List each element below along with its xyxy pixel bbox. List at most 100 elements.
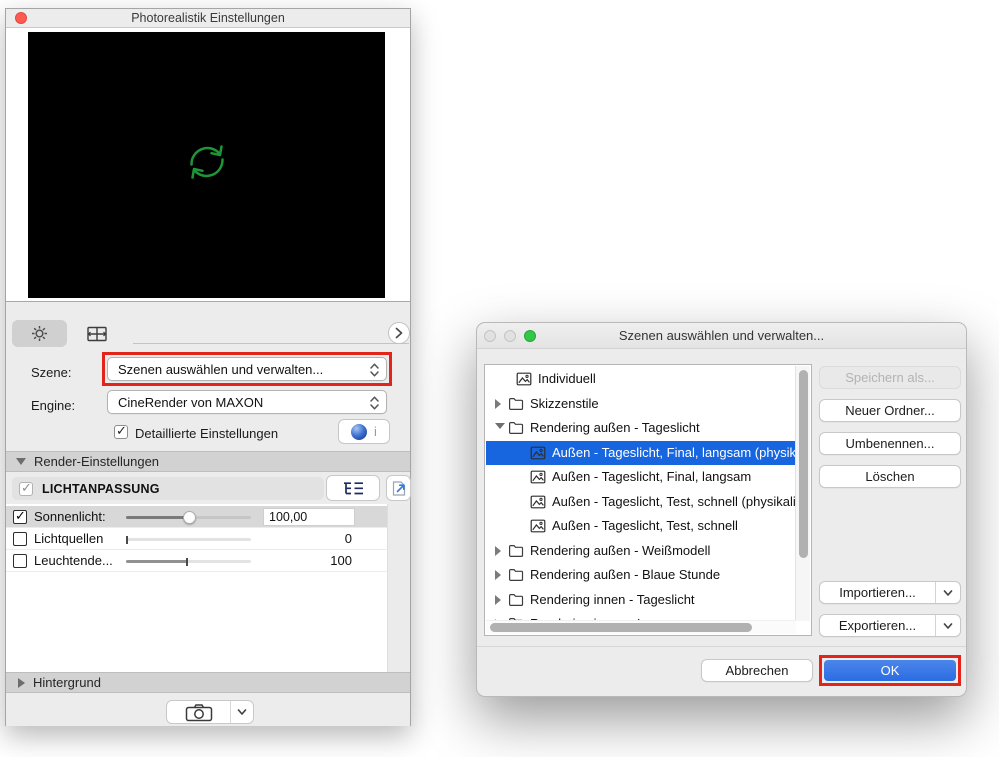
refresh-icon[interactable] <box>184 139 230 185</box>
section-label: Hintergrund <box>33 675 101 690</box>
scene-tree: Individuell Skizzenstile Rendering außen -… <box>486 367 796 663</box>
new-folder-button[interactable]: Neuer Ordner... <box>819 399 961 422</box>
save-as-button[interactable]: Speichern als... <box>819 366 961 389</box>
import-button[interactable]: Importieren... <box>820 585 935 600</box>
scene-label: Szene: <box>31 365 72 380</box>
tree-item-label: Rendering außen - Blaue Stunde <box>530 567 721 582</box>
tree-item[interactable]: Rendering außen - Weißmodell <box>486 539 796 564</box>
tree-item-label: Rendering außen - Weißmodell <box>530 542 711 558</box>
tree-item[interactable]: Skizzenstile <box>486 392 796 417</box>
dialog-title: Szenen auswählen und verwalten... <box>618 328 825 343</box>
disclosure-triangle-icon[interactable] <box>495 398 501 409</box>
background-section-header[interactable]: Hintergrund <box>6 672 410 693</box>
ok-highlight-box: OK <box>819 655 961 686</box>
horizontal-scrollbar[interactable] <box>486 620 796 634</box>
resize-grid-icon <box>86 325 108 343</box>
disclosure-triangle-icon[interactable] <box>495 545 501 556</box>
vertical-scrollbar[interactable] <box>795 366 810 621</box>
dialog-titlebar[interactable]: Szenen auswählen und verwalten... <box>477 323 966 349</box>
disclosure-triangle-icon <box>18 677 25 688</box>
cancel-button[interactable]: Abbrechen <box>701 659 813 682</box>
sunlight-row[interactable]: ✓ Sonnenlicht: <box>6 506 387 528</box>
ok-button[interactable]: OK <box>824 660 956 681</box>
vertical-scrollbar-thumb[interactable] <box>798 370 808 558</box>
luminous-checkbox[interactable] <box>13 553 27 568</box>
image-icon <box>530 470 546 484</box>
section-label: Render-Einstellungen <box>34 454 160 469</box>
tree-item-label: Außen - Tageslicht, Test, schnell (physi… <box>552 493 796 509</box>
disclosure-triangle-icon[interactable] <box>495 570 501 580</box>
rename-button[interactable]: Umbenennen... <box>819 432 961 455</box>
slider-thumb[interactable] <box>182 510 196 524</box>
light-adjustment-label: LICHTANPASSUNG <box>42 481 160 496</box>
sunlight-slider[interactable] <box>126 510 251 524</box>
export-button[interactable]: Exportieren... <box>820 618 935 633</box>
detailed-settings-checkbox[interactable]: ✓ <box>114 423 128 439</box>
lightsources-slider[interactable] <box>125 535 251 544</box>
updown-chevrons-icon <box>370 395 379 411</box>
render-settings-section-header[interactable]: Render-Einstellungen <box>6 451 410 472</box>
left-titlebar[interactable]: Photorealistik Einstellungen <box>6 9 410 28</box>
close-button[interactable] <box>484 330 496 342</box>
bottom-bar <box>6 693 410 726</box>
sunlight-value-field[interactable] <box>263 508 355 526</box>
lightsources-row[interactable]: Lichtquellen 0 <box>6 528 387 550</box>
tree-item[interactable]: Rendering innen - Tageslicht <box>486 588 796 613</box>
horizontal-scrollbar-thumb[interactable] <box>490 623 752 632</box>
engine-dropdown[interactable]: CineRender von MAXON <box>107 390 387 414</box>
photorealistic-settings-window: Photorealistik Einstellungen Szene: Szen… <box>5 8 411 726</box>
minimize-button[interactable] <box>504 330 516 342</box>
export-menu-button[interactable] <box>935 615 960 636</box>
tree-list-icon <box>342 481 365 496</box>
snapshot-split-button[interactable] <box>166 700 254 724</box>
lightsources-checkbox[interactable] <box>13 531 27 546</box>
export-split-button[interactable]: Exportieren... <box>819 614 961 637</box>
import-menu-button[interactable] <box>935 582 960 603</box>
delete-button[interactable]: Löschen <box>819 465 961 488</box>
gear-icon <box>30 324 49 343</box>
slider-tick <box>125 535 128 544</box>
scene-dropdown[interactable]: Szenen auswählen und verwalten... <box>107 357 387 381</box>
slider-tick <box>186 557 189 566</box>
engine-label: Engine: <box>31 398 76 413</box>
light-adjustment-checkbox[interactable]: ✓ <box>19 480 33 496</box>
engine-dropdown-value: CineRender von MAXON <box>118 394 264 410</box>
tree-item-label: Außen - Tageslicht, Test, schnell <box>552 518 738 533</box>
sunlight-label: Sonnenlicht: <box>34 509 106 524</box>
zoom-button[interactable] <box>524 330 536 342</box>
engine-info-button[interactable]: i <box>338 419 390 444</box>
tree-item[interactable]: Außen - Tageslicht, Test, schnell (physi… <box>486 490 796 515</box>
size-tab-button[interactable] <box>79 320 115 347</box>
settings-tab-button[interactable] <box>12 320 67 347</box>
close-button[interactable] <box>15 12 27 24</box>
camera-menu-button[interactable] <box>231 701 253 723</box>
disclosure-triangle-icon[interactable] <box>495 594 501 605</box>
folder-icon <box>508 544 524 558</box>
luminous-slider[interactable] <box>126 557 251 566</box>
tree-item[interactable]: Außen - Tageslicht, Test, schnell <box>486 514 796 539</box>
scene-manager-dialog: Szenen auswählen und verwalten... Indivi… <box>476 322 967 697</box>
camera-icon <box>185 703 213 722</box>
settings-tree-button[interactable] <box>326 475 380 501</box>
luminous-row[interactable]: Leuchtende... 100 <box>6 550 387 572</box>
export-settings-button[interactable] <box>386 475 411 501</box>
light-adjustment-row: ✓ LICHTANPASSUNG <box>6 473 411 504</box>
import-split-button[interactable]: Importieren... <box>819 581 961 604</box>
tree-item[interactable]: Rendering außen - Blaue Stunde <box>486 563 796 588</box>
scene-list-box: Individuell Skizzenstile Rendering außen -… <box>484 364 812 636</box>
toolbar-divider <box>133 343 409 344</box>
light-adjustment-group[interactable]: ✓ LICHTANPASSUNG <box>12 477 324 500</box>
disclosure-triangle-icon[interactable] <box>495 423 505 429</box>
camera-button[interactable] <box>167 701 231 723</box>
document-export-icon <box>391 480 407 497</box>
tree-item-label: Außen - Tageslicht, Final, langsam (phys… <box>552 444 796 460</box>
sunlight-checkbox[interactable]: ✓ <box>13 508 27 524</box>
image-icon <box>530 519 546 533</box>
tree-item[interactable]: Rendering außen - Tageslicht <box>486 416 796 441</box>
tree-item[interactable]: Außen - Tageslicht, Final, langsam <box>486 465 796 490</box>
sliders-scroll-gutter[interactable] <box>387 504 410 672</box>
expand-panel-button[interactable] <box>388 322 410 344</box>
tree-item[interactable]: Außen - Tageslicht, Final, langsam (phys… <box>486 440 796 465</box>
tree-item[interactable]: Individuell <box>486 367 796 392</box>
image-icon <box>516 372 532 386</box>
